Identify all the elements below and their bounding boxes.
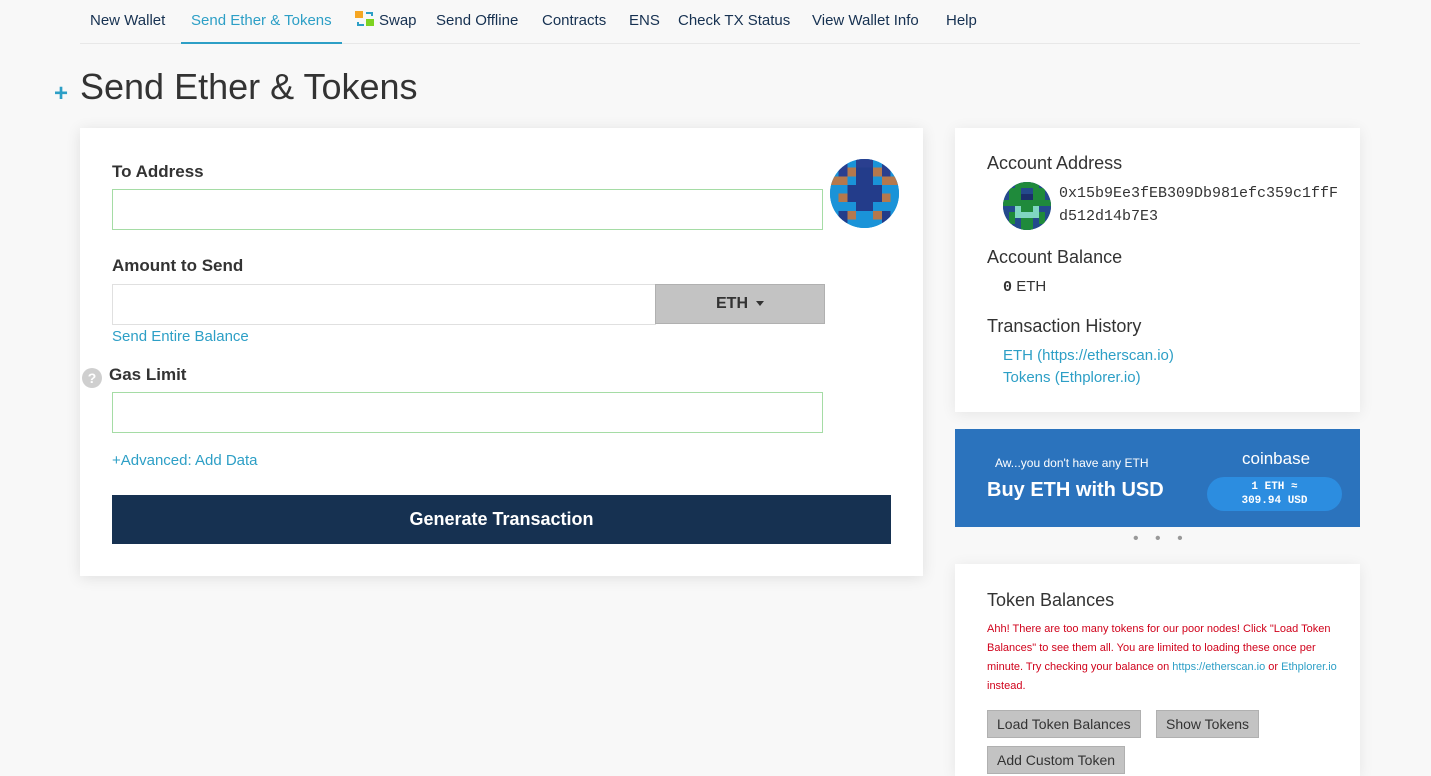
nav-swap-label: Swap	[379, 12, 417, 29]
currency-dropdown[interactable]: ETH	[655, 284, 825, 324]
account-balance-label: Account Balance	[987, 247, 1123, 267]
rate-line-1: 1 ETH ≈	[1251, 481, 1298, 493]
warning-etherscan-link[interactable]: https://etherscan.io	[1172, 661, 1265, 673]
nav-contracts[interactable]: Contracts	[542, 0, 606, 44]
rate-line-2: 309.94 USD	[1241, 495, 1308, 507]
currency-dropdown-label: ETH	[716, 295, 748, 312]
account-address-label: Account Address	[987, 153, 1123, 173]
token-balances-title: Token Balances	[987, 590, 1115, 610]
page-title: Send Ether & Tokens	[80, 66, 418, 107]
nav-check-tx-status[interactable]: Check TX Status	[678, 0, 790, 44]
warning-text-2: or	[1265, 661, 1282, 673]
amount-input[interactable]	[112, 284, 656, 325]
help-icon[interactable]: ?	[82, 368, 102, 388]
nav-send-offline[interactable]: Send Offline	[436, 0, 518, 44]
chevron-down-icon	[756, 301, 764, 306]
to-address-label: To Address	[112, 162, 204, 181]
generate-transaction-button[interactable]: Generate Transaction	[112, 495, 891, 544]
token-balances-card: Token Balances Ahh! There are too many t…	[955, 564, 1360, 776]
nav-help[interactable]: Help	[946, 0, 977, 44]
send-form-card: To Address Amount to Send ETH Send Entir…	[80, 128, 923, 576]
swap-icon	[354, 3, 376, 26]
account-identicon	[1003, 182, 1051, 230]
advanced-add-data-link[interactable]: +Advanced: Add Data	[112, 452, 258, 469]
account-info-card: Account Address 0x15b9Ee3fEB309Db981efc3…	[955, 128, 1360, 412]
nav-new-wallet[interactable]: New Wallet	[90, 0, 165, 44]
nav-send-ether-tokens[interactable]: Send Ether & Tokens	[181, 0, 342, 44]
warning-text-3: instead.	[987, 680, 1026, 692]
history-ethplorer-link[interactable]: Tokens (Ethplorer.io)	[1003, 369, 1141, 386]
balance-amount: 0	[1003, 279, 1013, 296]
buy-eth-promo-banner[interactable]: Aw...you don't have any ETH Buy ETH with…	[955, 429, 1360, 527]
token-warning-message: Ahh! There are too many tokens for our p…	[987, 620, 1337, 696]
warning-ethplorer-link[interactable]: Ethplorer.io	[1281, 661, 1337, 673]
add-custom-token-button[interactable]: Add Custom Token	[987, 746, 1126, 774]
recipient-identicon	[830, 159, 899, 228]
eth-usd-rate-badge: 1 ETH ≈ 309.94 USD	[1207, 477, 1342, 511]
top-nav: New Wallet Send Ether & Tokens Swap Send…	[80, 0, 1360, 44]
gas-limit-label: Gas Limit	[109, 365, 187, 384]
balance-unit: ETH	[1016, 278, 1047, 295]
nav-ens[interactable]: ENS	[629, 0, 660, 44]
account-address-value: 0x15b9Ee3fEB309Db981efc359c1ffFd512d14b7…	[1059, 185, 1339, 225]
show-tokens-button[interactable]: Show Tokens	[1156, 710, 1260, 738]
promo-title: Buy ETH with USD	[987, 479, 1164, 501]
history-etherscan-link[interactable]: ETH (https://etherscan.io)	[1003, 347, 1174, 364]
account-balance: 0 ETH	[1003, 278, 1046, 296]
transaction-history-label: Transaction History	[987, 316, 1142, 336]
send-entire-balance-link[interactable]: Send Entire Balance	[112, 328, 249, 345]
coinbase-logo: coinbase	[1242, 449, 1311, 468]
to-address-input[interactable]	[112, 189, 823, 230]
plus-icon[interactable]: +	[54, 80, 68, 108]
gas-limit-input[interactable]	[112, 392, 823, 433]
nav-swap[interactable]: Swap	[354, 0, 417, 44]
amount-label: Amount to Send	[112, 256, 244, 275]
promo-subtitle: Aw...you don't have any ETH	[995, 456, 1149, 470]
nav-view-wallet-info[interactable]: View Wallet Info	[812, 0, 919, 44]
load-token-balances-button[interactable]: Load Token Balances	[987, 710, 1141, 738]
carousel-dots[interactable]: • • •	[1133, 530, 1189, 548]
